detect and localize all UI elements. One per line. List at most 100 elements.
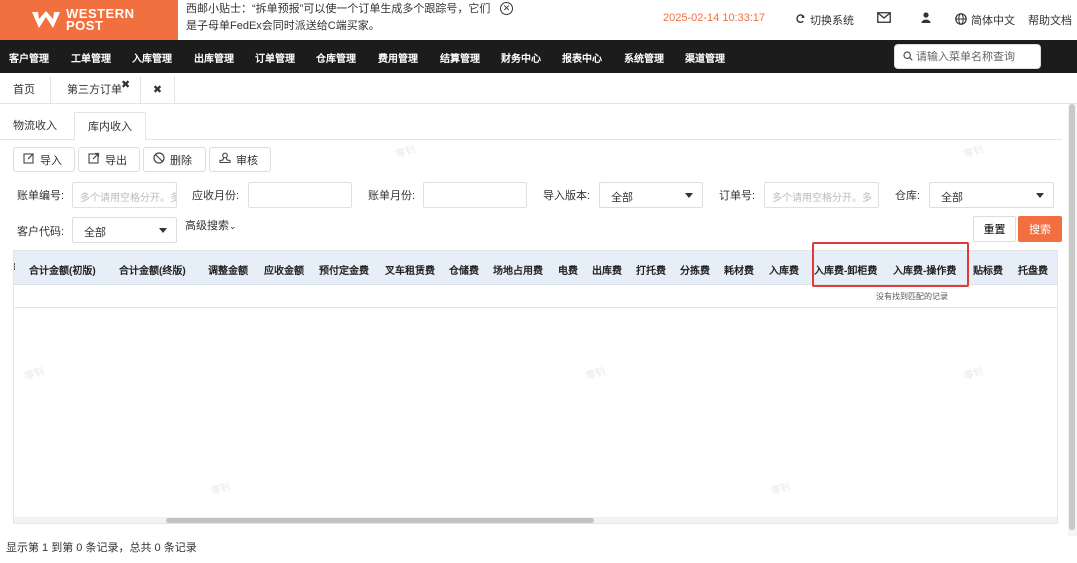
ar-month-label: 应收月份: — [192, 190, 240, 202]
globe-icon — [955, 12, 967, 28]
search-icon — [903, 50, 913, 64]
help-docs-link[interactable]: 帮助文档 — [1028, 12, 1072, 28]
bill-no-field[interactable]: 多个请用空格分开。多 — [72, 182, 177, 208]
order-no-label: 订单号: — [719, 190, 756, 202]
nav-item-customer[interactable]: 客户管理 — [9, 50, 49, 65]
review-button[interactable]: 审核 — [209, 147, 271, 172]
col-forklift[interactable]: 叉车租赁费 — [385, 262, 435, 277]
customer-code-label: 客户代码: — [17, 226, 65, 238]
nav-item-system[interactable]: 系统管理 — [624, 50, 664, 65]
col-electricity[interactable]: 电费 — [558, 262, 578, 277]
warehouse-value: 全部 — [941, 192, 963, 204]
caret-down-icon — [1036, 193, 1044, 198]
empty-state-text: 没有找到匹配的记录 — [876, 292, 948, 301]
col-outbound-fee[interactable]: 出库费 — [592, 262, 622, 277]
tab-home[interactable]: 首页 — [0, 76, 51, 104]
tip-banner: 西邮小贴士：“拆单预报”可以使一个订单生成多个跟踪号，它们 是子母单FedEx会… — [186, 0, 496, 35]
tab-third-party-orders-label: 第三方订单 — [67, 84, 122, 96]
warehouse-select[interactable]: 全部 — [929, 182, 1054, 208]
watermark-text: 零钊 — [394, 144, 417, 161]
col-labeling[interactable]: 贴标费 — [973, 262, 1003, 277]
col-pallet[interactable]: 托盘费 — [1018, 262, 1048, 277]
user-icon[interactable] — [921, 12, 931, 23]
menu-search-input[interactable] — [916, 50, 1036, 63]
horizontal-scrollbar[interactable] — [14, 517, 1057, 523]
income-table: ⁝ 合计金额(初版) 合计金额(终版) 调整金额 应收金额 预付定金费 叉车租赁… — [13, 250, 1058, 524]
search-button[interactable]: 搜索 — [1018, 216, 1062, 242]
col-site-occupancy[interactable]: 场地占用费 — [493, 262, 543, 277]
import-version-label: 导入版本: — [543, 190, 591, 202]
vertical-scrollbar[interactable] — [1068, 104, 1077, 536]
col-total-initial[interactable]: 合计金额(初版) — [29, 262, 96, 277]
menu-search[interactable] — [894, 44, 1041, 69]
order-no-field[interactable]: 多个请用空格分开。多 — [764, 182, 879, 208]
close-tab-icon[interactable]: ✖ — [121, 78, 130, 91]
language-label: 简体中文 — [971, 15, 1015, 27]
horizontal-scroll-thumb[interactable] — [166, 518, 594, 523]
table-divider — [14, 307, 1057, 308]
nav-item-fees[interactable]: 费用管理 — [378, 50, 418, 65]
import-version-value: 全部 — [611, 192, 633, 204]
nav-item-channels[interactable]: 渠道管理 — [685, 50, 725, 65]
col-storage[interactable]: 仓储费 — [449, 262, 479, 277]
language-selector[interactable]: 简体中文 — [955, 12, 1015, 28]
top-bar: WESTERN POST 西邮小贴士：“拆单预报”可以使一个订单生成多个跟踪号，… — [0, 0, 1077, 40]
col-inbound-fee[interactable]: 入库费 — [769, 262, 799, 277]
tip-line2: 是子母单FedEx会同时派送给C端买家。 — [186, 20, 380, 32]
col-deposit[interactable]: 预付定金费 — [319, 262, 369, 277]
customer-code-value: 全部 — [84, 227, 106, 239]
close-all-tabs-icon[interactable]: ✖ — [141, 76, 175, 104]
col-consumables[interactable]: 耗材费 — [724, 262, 754, 277]
current-datetime: 2025-02-14 10:33:17 — [663, 12, 766, 24]
col-adjustment[interactable]: 调整金额 — [208, 262, 248, 277]
customer-code-select[interactable]: 全部 — [72, 217, 177, 243]
pagination-summary: 显示第 1 到第 0 条记录，总共 0 条记录 — [6, 542, 197, 554]
column-resize-handle[interactable]: ⁝ — [14, 262, 16, 273]
warehouse-label: 仓库: — [895, 190, 921, 202]
tab-warehouse-income[interactable]: 库内收入 — [74, 112, 146, 141]
nav-item-warehouse[interactable]: 仓库管理 — [316, 50, 356, 65]
delete-label: 删除 — [170, 154, 192, 167]
import-button[interactable]: 导入 — [13, 147, 75, 172]
nav-item-inbound[interactable]: 入库管理 — [132, 50, 172, 65]
bill-no-label: 账单编号: — [17, 190, 65, 202]
switch-system-label: 切换系统 — [810, 15, 854, 27]
nav-item-outbound[interactable]: 出库管理 — [194, 50, 234, 65]
tab-logistics-income[interactable]: 物流收入 — [0, 112, 70, 140]
chevron-down-icon: ⌄ — [229, 221, 237, 231]
col-receivable[interactable]: 应收金额 — [264, 262, 304, 277]
export-icon — [88, 152, 100, 167]
annotation-highlight-box — [812, 242, 969, 287]
col-total-final[interactable]: 合计金额(终版) — [119, 262, 186, 277]
bill-month-field[interactable] — [423, 182, 527, 208]
tip-line1: 西邮小贴士：“拆单预报”可以使一个订单生成多个跟踪号，它们 — [186, 3, 491, 15]
review-label: 审核 — [236, 154, 258, 167]
vertical-scroll-thumb[interactable] — [1069, 104, 1075, 530]
logo-w-icon — [30, 8, 62, 32]
nav-item-finance[interactable]: 财务中心 — [501, 50, 541, 65]
brand-line2: POST — [66, 18, 104, 33]
nav-item-orders[interactable]: 订单管理 — [255, 50, 295, 65]
col-sorting[interactable]: 分拣费 — [680, 262, 710, 277]
switch-system-button[interactable]: 切换系统 — [795, 12, 854, 28]
page-tabs: 首页 第三方订单 ✖ ✖ — [0, 76, 1077, 104]
refresh-icon — [795, 13, 806, 27]
stamp-icon — [219, 152, 231, 167]
ar-month-field[interactable] — [248, 182, 352, 208]
caret-down-icon — [159, 228, 167, 233]
brand-logo[interactable]: WESTERN POST — [0, 0, 178, 40]
caret-down-icon — [685, 193, 693, 198]
sub-tabs: 物流收入 库内收入 — [0, 112, 1062, 141]
export-button[interactable]: 导出 — [78, 147, 140, 172]
nav-item-workorder[interactable]: 工单管理 — [71, 50, 111, 65]
export-label: 导出 — [105, 154, 127, 167]
nav-item-reports[interactable]: 报表中心 — [562, 50, 602, 65]
mail-icon[interactable] — [877, 12, 891, 23]
advanced-search-toggle[interactable]: 高级搜索⌄ — [185, 217, 237, 233]
nav-item-settlement[interactable]: 结算管理 — [440, 50, 480, 65]
close-tip-icon[interactable]: ✕ — [500, 2, 513, 15]
import-version-select[interactable]: 全部 — [599, 182, 703, 208]
delete-button[interactable]: 删除 — [143, 147, 206, 172]
col-palletizing[interactable]: 打托费 — [636, 262, 666, 277]
reset-button[interactable]: 重置 — [973, 216, 1016, 242]
